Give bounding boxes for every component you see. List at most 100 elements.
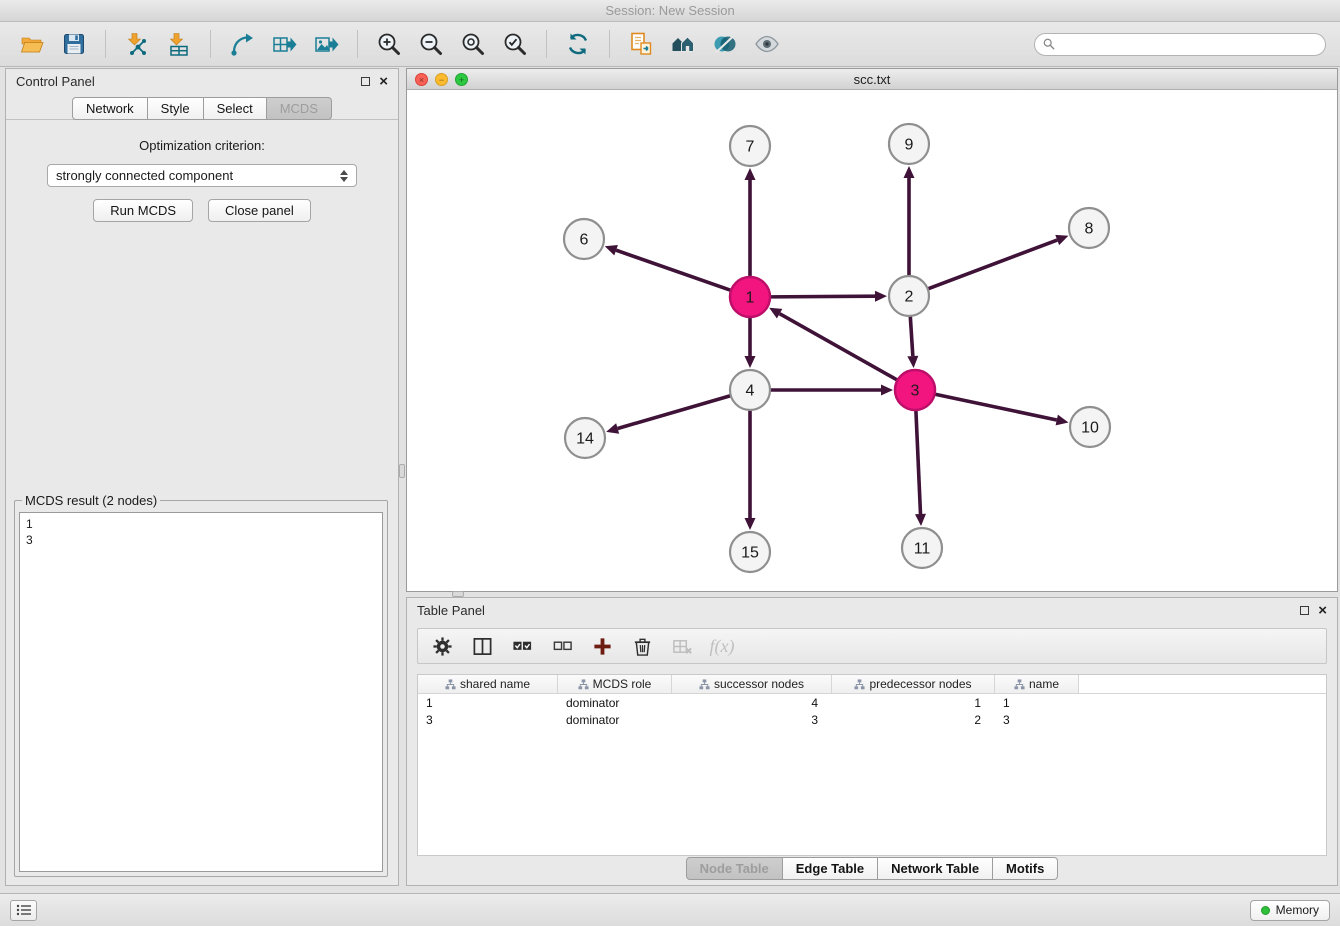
table-row[interactable]: 3dominator323 <box>418 711 1326 728</box>
graph-edge-arrow-4-15 <box>745 518 756 530</box>
graph-edge-arrow-1-4 <box>745 356 756 368</box>
table-cell[interactable]: 4 <box>672 696 832 710</box>
folder-open-button[interactable] <box>14 27 50 61</box>
close-panel-icon[interactable]: × <box>379 77 388 87</box>
graph-edge-1-2[interactable] <box>770 296 875 297</box>
node-table[interactable]: shared name MCDS rolesuccessor nodesprede… <box>417 674 1327 856</box>
memory-button[interactable]: Memory <box>1250 900 1330 921</box>
table-cell[interactable]: 1 <box>995 696 1079 710</box>
tab-network-table[interactable]: Network Table <box>878 857 993 880</box>
network-canvas[interactable]: 7968124314101511 <box>407 90 1337 591</box>
home-icon <box>670 31 696 57</box>
graph-edge-2-3[interactable] <box>910 316 913 356</box>
columns-button[interactable] <box>470 634 494 658</box>
graph-edge-arrow-2-8 <box>1055 235 1068 245</box>
task-history-button[interactable] <box>10 900 37 921</box>
table-cell[interactable]: 3 <box>418 713 558 727</box>
graph-node-label-1: 1 <box>746 290 755 307</box>
table-cell[interactable]: 3 <box>672 713 832 727</box>
column-header-mcds-role[interactable]: MCDS role <box>558 675 672 693</box>
refresh-icon <box>565 31 591 57</box>
graph-edge-3-10[interactable] <box>935 394 1057 420</box>
column-header-label: name <box>1029 677 1059 691</box>
eye-button[interactable] <box>749 27 785 61</box>
table-row[interactable]: 1dominator411 <box>418 694 1326 711</box>
search-box[interactable] <box>1034 33 1326 56</box>
refresh-button[interactable] <box>560 27 596 61</box>
run-mcds-button[interactable]: Run MCDS <box>93 199 193 222</box>
mcds-result-list[interactable]: 13 <box>19 512 383 872</box>
network-import-button[interactable] <box>119 27 155 61</box>
network-export-button[interactable] <box>224 27 260 61</box>
tab-node-table[interactable]: Node Table <box>686 857 783 880</box>
toolbar-separator <box>546 30 547 58</box>
zoom-fit-icon <box>460 31 486 57</box>
column-header-name[interactable]: name <box>995 675 1079 693</box>
select-all-button[interactable] <box>510 634 534 658</box>
gear-button[interactable] <box>430 634 454 658</box>
close-table-panel-icon[interactable]: × <box>1318 606 1327 616</box>
table-cell[interactable]: 2 <box>832 713 995 727</box>
float-table-panel-icon[interactable] <box>1300 606 1309 615</box>
graph-edge-3-1[interactable] <box>780 314 898 380</box>
toolbar-separator <box>105 30 106 58</box>
zoom-fit-button[interactable] <box>455 27 491 61</box>
graph-node-label-15: 15 <box>741 545 759 562</box>
column-header-successor-nodes[interactable]: successor nodes <box>672 675 832 693</box>
graph-node-label-11: 11 <box>914 541 931 558</box>
graph-edge-3-11[interactable] <box>916 410 921 514</box>
memory-status-icon <box>1261 906 1270 915</box>
table-export-button[interactable] <box>266 27 302 61</box>
zoom-selected-button[interactable] <box>497 27 533 61</box>
close-panel-button[interactable]: Close panel <box>208 199 311 222</box>
zoom-out-button[interactable] <box>413 27 449 61</box>
network-graph[interactable]: 7968124314101511 <box>407 90 1337 591</box>
graph-edge-2-8[interactable] <box>928 240 1057 289</box>
tab-motifs[interactable]: Motifs <box>993 857 1058 880</box>
table-cell[interactable]: dominator <box>558 713 672 727</box>
add-row-button[interactable] <box>590 634 614 658</box>
graph-edge-1-6[interactable] <box>616 250 731 290</box>
delete-table-icon <box>672 636 693 657</box>
table-import-button[interactable] <box>161 27 197 61</box>
network-view-titlebar[interactable]: ×−+ scc.txt <box>407 69 1337 90</box>
home-button[interactable] <box>665 27 701 61</box>
tab-mcds[interactable]: MCDS <box>267 97 332 120</box>
tab-edge-table[interactable]: Edge Table <box>783 857 878 880</box>
mcds-result-title: MCDS result (2 nodes) <box>22 493 160 508</box>
tab-select[interactable]: Select <box>204 97 267 120</box>
graph-edge-arrow-2-3 <box>907 356 918 368</box>
search-input[interactable] <box>1060 37 1317 51</box>
graph-node-label-6: 6 <box>580 232 589 249</box>
columns-icon <box>472 636 493 657</box>
optimization-criterion-dropdown[interactable]: strongly connected component <box>47 164 357 187</box>
folder-open-icon <box>19 31 45 57</box>
venn-button[interactable] <box>707 27 743 61</box>
zoom-in-icon <box>376 31 402 57</box>
column-header-shared-name[interactable]: shared name <box>418 675 558 693</box>
graph-node-label-8: 8 <box>1085 221 1094 238</box>
table-cell[interactable]: dominator <box>558 696 672 710</box>
table-cell[interactable]: 1 <box>418 696 558 710</box>
graph-edge-arrow-2-9 <box>904 166 915 178</box>
document-share-icon <box>628 31 654 57</box>
column-header-label: shared name <box>460 677 530 691</box>
image-export-button[interactable] <box>308 27 344 61</box>
tab-network[interactable]: Network <box>72 97 148 120</box>
table-cell[interactable]: 1 <box>832 696 995 710</box>
graph-edge-arrow-1-7 <box>745 168 756 180</box>
network-export-icon <box>229 31 255 57</box>
graph-edge-4-14[interactable] <box>618 396 731 429</box>
tab-style[interactable]: Style <box>148 97 204 120</box>
graph-edge-arrow-1-6 <box>605 245 618 255</box>
graph-edge-arrow-3-10 <box>1056 415 1069 426</box>
deselect-all-button[interactable] <box>550 634 574 658</box>
save-button[interactable] <box>56 27 92 61</box>
column-header-predecessor-nodes[interactable]: predecessor nodes <box>832 675 995 693</box>
splitter-handle-vertical[interactable] <box>399 464 405 478</box>
zoom-in-button[interactable] <box>371 27 407 61</box>
table-cell[interactable]: 3 <box>995 713 1079 727</box>
float-panel-icon[interactable] <box>361 77 370 86</box>
document-share-button[interactable] <box>623 27 659 61</box>
trash-button[interactable] <box>630 634 654 658</box>
